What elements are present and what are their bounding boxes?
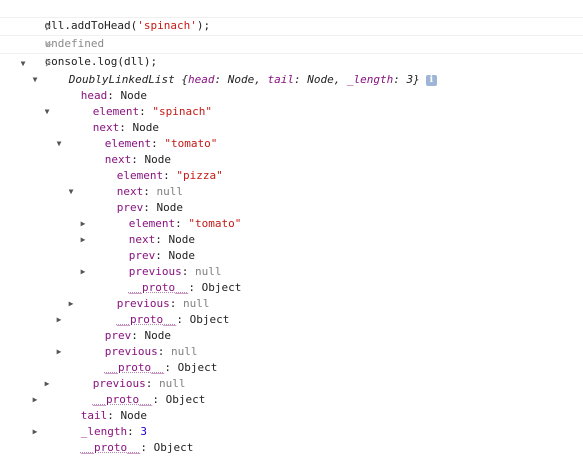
tree-row-element: element: "pizza" (0, 152, 583, 182)
tree-row-previous: previous: null (0, 360, 583, 390)
tree-row-next[interactable]: ▼ next: Node (0, 104, 583, 134)
console-result-entry: undefined (0, 18, 583, 50)
triangle-right-icon[interactable]: ▶ (78, 232, 88, 248)
tree-row-prev[interactable]: ▶ prev: Node (0, 232, 583, 262)
tree-row-prev[interactable]: ▶ prev: Node (0, 312, 583, 342)
triangle-down-icon[interactable]: ▼ (30, 72, 40, 88)
triangle-right-icon[interactable]: ▶ (66, 296, 76, 312)
console-input-entry[interactable]: console.log(dll); (0, 36, 583, 68)
tree-row-previous: previous: null (0, 248, 583, 278)
tree-row-proto[interactable]: ▶ __proto__: Object (0, 296, 583, 326)
triangle-right-icon[interactable]: ▶ (54, 344, 64, 360)
console-input-entry[interactable]: dll.addToHead('spinach'); (0, 0, 583, 32)
tree-row-tail[interactable]: ▶ tail: Node (0, 392, 583, 422)
triangle-right-icon[interactable]: ▶ (78, 264, 88, 280)
triangle-right-icon[interactable]: ▶ (42, 376, 52, 392)
triangle-right-icon[interactable]: ▶ (30, 424, 40, 440)
tree-row-head[interactable]: ▼ head: Node (0, 72, 583, 102)
tree-row-proto[interactable]: ▶ __proto__: Object (0, 344, 583, 374)
triangle-right-icon[interactable]: ▶ (54, 312, 64, 328)
triangle-down-icon[interactable]: ▼ (66, 184, 76, 200)
tree-row-length: _length: 3 (0, 408, 583, 438)
prop-value: Object (153, 441, 194, 454)
tree-row-proto[interactable]: ▶ __proto__: Object (0, 376, 583, 406)
tree-row-next[interactable]: ▶ next: Node (0, 216, 583, 246)
triangle-down-icon[interactable]: ▼ (54, 136, 64, 152)
tree-row-prev[interactable]: ▼ prev: Node (0, 184, 583, 214)
tree-row-previous: previous: null (0, 328, 583, 358)
tree-row-proto[interactable]: ▶ __proto__: Object (0, 424, 583, 454)
prop-sep: : (140, 441, 154, 454)
tree-row-next[interactable]: ▼ next: Node (0, 136, 583, 166)
tree-row-proto[interactable]: ▶ __proto__: Object (0, 264, 583, 294)
tree-row-next: next: null (0, 168, 583, 198)
triangle-down-icon[interactable]: ▼ (42, 104, 52, 120)
triangle-down-icon[interactable]: ▼ (18, 56, 28, 72)
triangle-right-icon[interactable]: ▶ (30, 392, 40, 408)
tree-row-previous: previous: null (0, 280, 583, 310)
devtools-console: dll.addToHead('spinach'); undefined cons… (0, 0, 583, 454)
tree-row-element: element: "spinach" (0, 88, 583, 118)
tree-summary-row[interactable]: ▼ DoublyLinkedList {head: Node, tail: Nod… (0, 56, 583, 86)
triangle-right-icon[interactable]: ▶ (78, 216, 88, 232)
tree-row-element: element: "tomato" (0, 120, 583, 150)
object-tree: ▼ DoublyLinkedList {head: Node, tail: Nod… (0, 54, 583, 454)
prop-key: __proto__ (80, 441, 141, 454)
tree-row-element: element: "tomato" (0, 200, 583, 230)
